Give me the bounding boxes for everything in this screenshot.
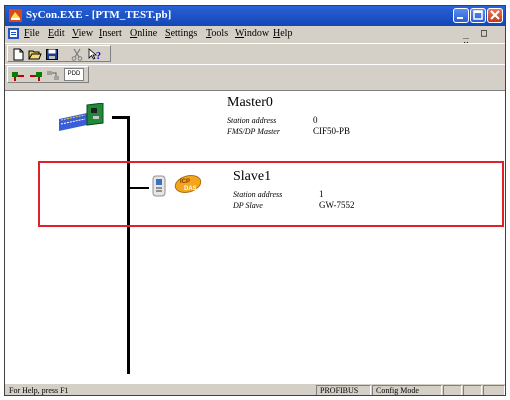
master-name: Master0 bbox=[227, 95, 273, 110]
scissors-icon[interactable] bbox=[70, 48, 84, 61]
document-window-icon[interactable] bbox=[8, 28, 19, 39]
status-mode: Config Mode bbox=[372, 385, 442, 395]
menu-view[interactable]: View bbox=[72, 28, 93, 39]
minimize-button[interactable] bbox=[453, 8, 469, 23]
standard-toolbar: ? bbox=[5, 43, 505, 64]
close-icon bbox=[490, 10, 500, 20]
standard-toolbar-group: ? bbox=[7, 45, 111, 62]
close-button[interactable] bbox=[487, 8, 503, 23]
save-icon[interactable] bbox=[45, 48, 59, 61]
slave-module-icon[interactable] bbox=[151, 175, 167, 197]
slave-station-address-label: Station address bbox=[233, 190, 283, 199]
icpdas-logo-icon: ICP DAS bbox=[174, 175, 202, 193]
insert-master-icon[interactable] bbox=[11, 69, 25, 82]
help-context-icon[interactable]: ? bbox=[88, 48, 102, 61]
device-assign-icon[interactable] bbox=[46, 69, 60, 82]
pdd-button[interactable]: PDD bbox=[64, 68, 84, 81]
master-bus-connector bbox=[112, 116, 130, 119]
slave-type-label: DP Slave bbox=[233, 201, 263, 210]
master-type-label: FMS/DP Master bbox=[227, 127, 280, 136]
master-station-address-label: Station address bbox=[227, 116, 277, 125]
status-pane-empty-2 bbox=[463, 385, 482, 395]
svg-text:?: ? bbox=[96, 51, 101, 61]
sycon-window: SyCon.EXE - [PTM_TEST.pb] File Edit View… bbox=[4, 5, 506, 396]
maximize-icon bbox=[473, 10, 483, 20]
master-type-value: CIF50-PB bbox=[313, 126, 351, 136]
menu-online[interactable]: Online bbox=[130, 28, 157, 39]
status-help-text: For Help, press F1 bbox=[9, 386, 69, 395]
open-folder-icon[interactable] bbox=[28, 48, 42, 61]
status-pane-empty-3 bbox=[483, 385, 505, 395]
slave-station-address: 1 bbox=[319, 189, 324, 199]
device-toolbar-group: PDD bbox=[7, 66, 89, 83]
status-pane-empty-1 bbox=[443, 385, 462, 395]
sycon-app-icon bbox=[9, 9, 22, 22]
menu-settings[interactable]: Settings bbox=[165, 28, 197, 39]
menu-file[interactable]: File bbox=[24, 28, 40, 39]
menu-insert[interactable]: Insert bbox=[99, 28, 122, 39]
network-view[interactable]: Master0 Station address 0 FMS/DP Master … bbox=[5, 90, 505, 384]
title-bar[interactable]: SyCon.EXE - [PTM_TEST.pb] bbox=[5, 6, 505, 26]
minimize-icon bbox=[457, 17, 463, 19]
insert-slave-icon[interactable] bbox=[29, 69, 43, 82]
profibus-line bbox=[127, 118, 130, 374]
menu-tools[interactable]: Tools bbox=[206, 28, 228, 39]
status-protocol: PROFIBUS bbox=[316, 385, 371, 395]
svg-text:DAS: DAS bbox=[184, 186, 197, 192]
menu-edit[interactable]: Edit bbox=[48, 28, 65, 39]
maximize-button[interactable] bbox=[470, 8, 486, 23]
status-bar: For Help, press F1 PROFIBUS Config Mode bbox=[5, 385, 505, 395]
slave-name: Slave1 bbox=[233, 169, 272, 184]
window-title: SyCon.EXE - [PTM_TEST.pb] bbox=[26, 9, 172, 21]
desktop: SyCon.EXE - [PTM_TEST.pb] File Edit View… bbox=[0, 0, 510, 400]
slave-type-value: GW-7552 bbox=[319, 200, 355, 210]
menu-help[interactable]: Help bbox=[273, 28, 292, 39]
master-device-icon[interactable] bbox=[57, 103, 107, 131]
menu-window[interactable]: Window bbox=[235, 28, 269, 39]
new-file-icon[interactable] bbox=[11, 48, 25, 61]
master-station-address: 0 bbox=[313, 115, 318, 125]
svg-text:ICP: ICP bbox=[180, 179, 190, 185]
device-toolbar: PDD bbox=[5, 64, 505, 85]
menu-bar: File Edit View Insert Online Settings To… bbox=[5, 26, 505, 50]
